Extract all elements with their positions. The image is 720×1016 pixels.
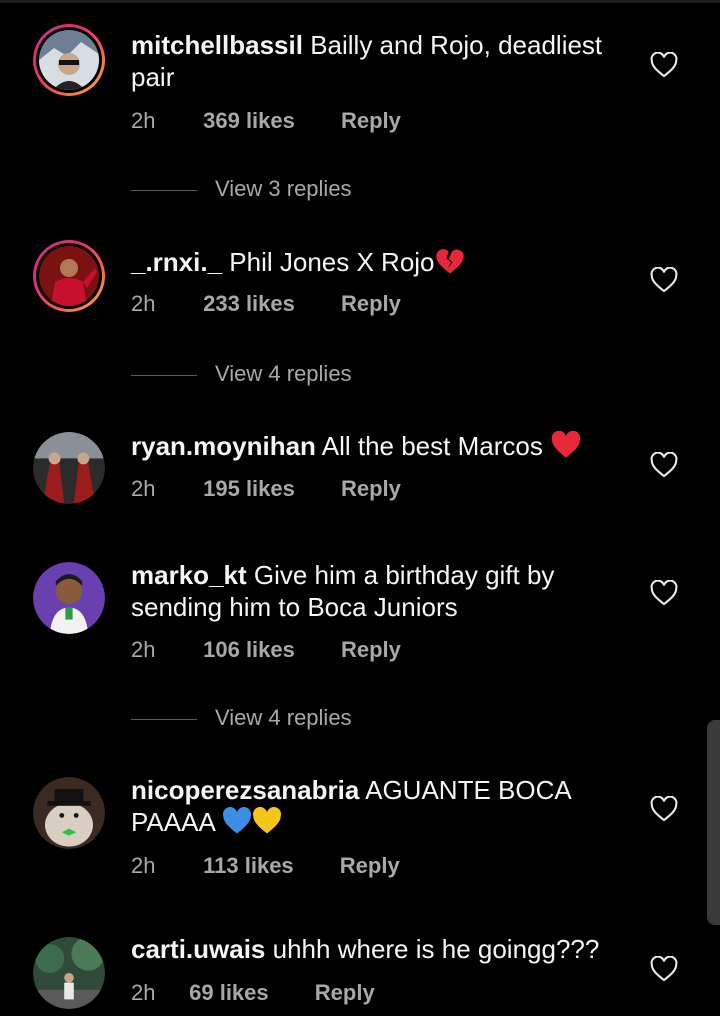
comment-time: 2h	[131, 637, 156, 662]
avatar[interactable]	[33, 777, 105, 849]
comment-username[interactable]: ryan.moynihan	[131, 431, 316, 461]
blue-heart-icon	[222, 807, 251, 834]
reply-button[interactable]: Reply	[341, 637, 401, 663]
like-heart-icon[interactable]	[650, 267, 678, 293]
comment-time: 2h	[131, 291, 156, 316]
avatar[interactable]	[33, 562, 105, 634]
comment-meta: 2h 369 likes Reply	[131, 108, 401, 134]
replies-divider	[131, 374, 197, 376]
comment-time: 2h	[131, 980, 156, 1005]
view-replies[interactable]: View 4 replies	[131, 705, 352, 731]
view-replies-label[interactable]: View 3 replies	[215, 176, 352, 201]
comment-text: nicoperezsanabria AGUANTE BOCA PAAAA	[131, 774, 631, 838]
comment-text: ryan.moynihan All the best Marcos	[131, 430, 631, 462]
reply-button[interactable]: Reply	[341, 476, 401, 502]
comment-body: Phil Jones X Rojo	[229, 247, 435, 277]
like-heart-icon[interactable]	[650, 52, 678, 78]
avatar[interactable]	[33, 240, 105, 312]
like-heart-icon[interactable]	[650, 452, 678, 478]
comment-meta: 2h 69 likes Reply	[131, 980, 375, 1006]
comment-text: _.rnxi._ Phil Jones X Rojo	[131, 246, 631, 278]
like-heart-icon[interactable]	[650, 580, 678, 606]
comment-meta: 2h 106 likes Reply	[131, 637, 401, 663]
reply-button[interactable]: Reply	[341, 108, 401, 134]
avatar[interactable]	[33, 432, 105, 504]
comment-username[interactable]: carti.uwais	[131, 934, 265, 964]
comment-time: 2h	[131, 476, 156, 501]
avatar-image	[33, 562, 105, 634]
avatar-image	[39, 30, 99, 90]
avatar-image	[39, 246, 99, 306]
top-divider	[0, 0, 720, 3]
comment-likes[interactable]: 106 likes	[203, 637, 295, 663]
view-replies-label[interactable]: View 4 replies	[215, 361, 352, 386]
reply-button[interactable]: Reply	[315, 980, 375, 1006]
comment-likes[interactable]: 369 likes	[203, 108, 295, 134]
view-replies[interactable]: View 3 replies	[131, 176, 352, 202]
like-heart-icon[interactable]	[650, 796, 678, 822]
avatar[interactable]	[33, 937, 105, 1009]
avatar[interactable]	[33, 24, 105, 96]
comment-text: mitchellbassil Bailly and Rojo, deadlies…	[131, 29, 631, 93]
avatar-image	[33, 777, 105, 849]
replies-divider	[131, 718, 197, 720]
comment-likes[interactable]: 113 likes	[203, 853, 294, 879]
comment-username[interactable]: marko_kt	[131, 560, 247, 590]
comment-likes[interactable]: 69 likes	[189, 980, 269, 1006]
comment-username[interactable]: mitchellbassil	[131, 30, 303, 60]
avatar-image	[33, 937, 105, 1009]
reply-button[interactable]: Reply	[341, 291, 401, 317]
comment-text: carti.uwais uhhh where is he goingg???	[131, 933, 631, 965]
comment-meta: 2h 113 likes Reply	[131, 853, 400, 879]
comment-likes[interactable]: 195 likes	[203, 476, 295, 502]
view-replies-label[interactable]: View 4 replies	[215, 705, 352, 730]
comment-body: All the best Marcos	[321, 431, 543, 461]
yellow-heart-icon	[252, 807, 281, 834]
view-replies[interactable]: View 4 replies	[131, 361, 352, 387]
comment-meta: 2h 233 likes Reply	[131, 291, 401, 317]
broken-heart-icon	[435, 249, 464, 274]
comment-body: uhhh where is he goingg???	[272, 934, 600, 964]
comment-likes[interactable]: 233 likes	[203, 291, 295, 317]
replies-divider	[131, 189, 197, 191]
comment-time: 2h	[131, 853, 156, 878]
comment-time: 2h	[131, 108, 156, 133]
comment-meta: 2h 195 likes Reply	[131, 476, 401, 502]
reply-button[interactable]: Reply	[340, 853, 400, 879]
like-heart-icon[interactable]	[650, 956, 678, 982]
red-heart-icon	[551, 431, 581, 458]
avatar-image	[33, 432, 105, 504]
comment-username[interactable]: nicoperezsanabria	[131, 775, 359, 805]
scrollbar-handle[interactable]	[707, 720, 720, 925]
comment-text: marko_kt Give him a birthday gift by sen…	[131, 559, 631, 623]
comment-username[interactable]: _.rnxi._	[131, 247, 222, 277]
